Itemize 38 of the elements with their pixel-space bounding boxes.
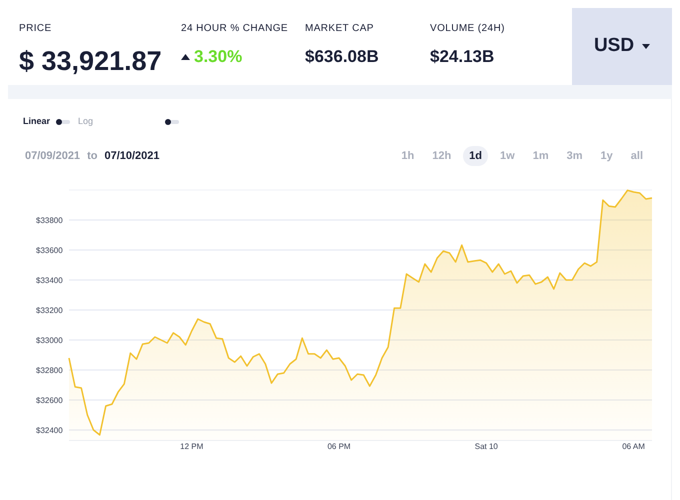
scale-option[interactable]: Linear (23, 115, 50, 129)
y-axis-label: $32600 (36, 396, 63, 405)
range-tab[interactable]: 1m (526, 146, 555, 166)
change-value: 3.30% (194, 48, 242, 65)
start-date: 07/09/2021 (25, 148, 80, 164)
scale-toggle[interactable] (56, 120, 70, 124)
y-axis-label: $32400 (36, 426, 63, 435)
x-axis-label: Sat 10 (474, 442, 498, 451)
range-tab[interactable]: 1w (494, 146, 521, 166)
y-axis-label: $33600 (36, 246, 63, 255)
y-axis-label: $33200 (36, 306, 63, 315)
range-tab[interactable]: 1y (594, 146, 619, 166)
stat-label: MARKET CAP (305, 22, 375, 36)
y-axis-label: $33000 (36, 336, 63, 345)
end-date: 07/10/2021 (104, 148, 160, 164)
stat-label: 24 HOUR % CHANGE (181, 22, 289, 36)
stat-label: VOLUME (24H) (430, 22, 506, 36)
y-axis-label: $32800 (36, 366, 63, 375)
range-tab[interactable]: 3m (560, 146, 589, 166)
x-axis-label: 06 PM (327, 442, 351, 451)
price-value: $ 33,921.87 (19, 48, 163, 75)
stat-label: PRICE (19, 22, 53, 36)
range-tab[interactable]: all (624, 146, 649, 166)
y-axis-label: $33400 (36, 276, 63, 285)
toggle-switch[interactable] (165, 120, 180, 124)
range-tab[interactable]: 1d (463, 146, 488, 166)
date-separator: to (87, 148, 98, 164)
scale-option[interactable]: Log (78, 115, 94, 129)
caret-icon (642, 44, 650, 49)
range-tab[interactable]: 1h (395, 146, 420, 166)
stat-value: $636.08B (305, 48, 380, 65)
up-triangle-icon (181, 54, 190, 60)
stat-value: $24.13B (430, 48, 496, 65)
y-axis-label: $33800 (36, 216, 63, 225)
range-tab[interactable]: 12h (426, 146, 458, 166)
x-axis-label: 12 PM (180, 442, 204, 451)
x-axis-label: 06 AM (622, 442, 645, 451)
currency-dropdown[interactable]: USD (572, 8, 672, 85)
